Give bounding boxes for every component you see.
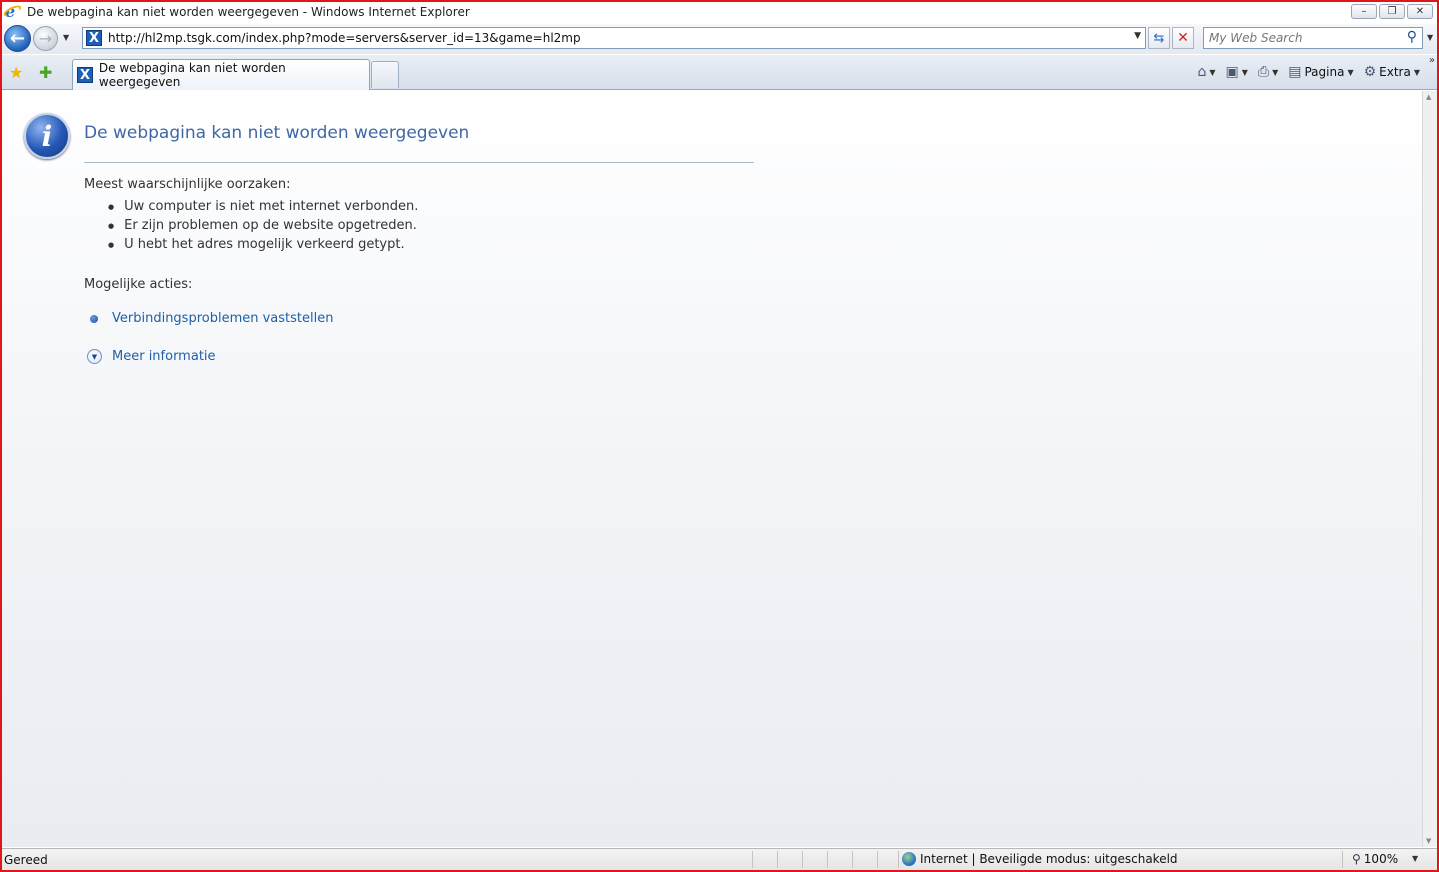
print-dropdown-icon[interactable]: ▼ — [1272, 68, 1278, 77]
page-dropdown-icon: ▼ — [1347, 67, 1354, 77]
list-item: Er zijn problemen op de website opgetred… — [108, 216, 418, 235]
diagnose-connection-label[interactable]: Verbindingsproblemen vaststellen — [112, 311, 333, 326]
stop-icon: ✕ — [1177, 30, 1189, 46]
back-arrow-icon: ← — [9, 28, 26, 49]
actions-label: Mogelijke acties: — [84, 277, 193, 292]
minimize-button[interactable]: – — [1351, 4, 1377, 19]
forward-arrow-icon: → — [38, 29, 53, 48]
search-placeholder: My Web Search — [1209, 31, 1303, 45]
chevron-more-icon[interactable]: » — [1429, 55, 1435, 66]
globe-icon — [902, 852, 916, 866]
search-input[interactable]: My Web Search ⚲ — [1203, 27, 1423, 49]
tab-row: ★ ✚ X De webpagina kan niet worden weerg… — [2, 55, 1437, 90]
status-separator — [877, 851, 878, 868]
new-tab-button[interactable] — [371, 61, 399, 88]
status-text: Gereed — [4, 853, 48, 867]
search-icon[interactable]: ⚲ — [1407, 29, 1417, 45]
scroll-up-icon[interactable]: ▲ — [1426, 93, 1431, 101]
address-row: ← → ▼ X http://hl2mp.tsgk.com/index.php?… — [2, 24, 1437, 54]
address-dropdown-icon[interactable]: ▼ — [1134, 31, 1141, 41]
zoom-control[interactable]: ⚲ 100% — [1352, 852, 1398, 866]
security-zone-label: Internet | Beveiligde modus: uitgeschake… — [920, 852, 1178, 866]
address-bar[interactable]: X http://hl2mp.tsgk.com/index.php?mode=s… — [82, 27, 1146, 49]
list-item: U hebt het adres mogelijk verkeerd getyp… — [108, 235, 418, 254]
tools-menu[interactable]: ⚙ Extra ▼ — [1361, 62, 1423, 82]
close-button[interactable]: ✕ — [1407, 4, 1433, 19]
refresh-button[interactable]: ⇆ — [1148, 27, 1170, 49]
forward-button[interactable]: → — [33, 26, 58, 51]
add-favorites-icon[interactable]: ✚ — [39, 63, 52, 82]
status-separator — [898, 851, 899, 868]
window-controls: – ❐ ✕ — [1351, 4, 1433, 19]
address-url[interactable]: http://hl2mp.tsgk.com/index.php?mode=ser… — [108, 31, 581, 45]
status-separator — [752, 851, 753, 868]
zoom-level: 100% — [1363, 852, 1399, 866]
home-icon: ⌂ — [1197, 64, 1207, 80]
search-options-dropdown[interactable]: ▼ — [1427, 33, 1433, 42]
tab-error-icon: X — [77, 67, 93, 83]
browser-window: e De webpagina kan niet worden weergegev… — [0, 0, 1439, 872]
bullet-icon — [87, 312, 101, 326]
gear-icon: ⚙ — [1363, 64, 1377, 80]
diagnose-connection-link[interactable]: Verbindingsproblemen vaststellen — [87, 311, 333, 326]
title-bar: e De webpagina kan niet worden weergegev… — [2, 2, 1437, 22]
favorites-star-icon[interactable]: ★ — [9, 63, 23, 82]
home-button[interactable]: ⌂ ▼ — [1194, 62, 1218, 82]
refresh-icon: ⇆ — [1153, 30, 1165, 46]
info-icon: i — [24, 113, 70, 159]
page-menu-label: Pagina — [1304, 65, 1345, 79]
ie-logo-icon: e — [2, 2, 23, 21]
page-error-icon: X — [86, 30, 102, 46]
page-menu[interactable]: ▤ Pagina ▼ — [1285, 62, 1356, 82]
list-item: Uw computer is niet met internet verbond… — [108, 197, 418, 216]
window-title: De webpagina kan niet worden weergegeven… — [27, 5, 470, 19]
zoom-dropdown-icon[interactable]: ▼ — [1412, 854, 1418, 863]
status-separator — [802, 851, 803, 868]
maximize-button[interactable]: ❐ — [1379, 4, 1405, 19]
tab-active[interactable]: X De webpagina kan niet worden weergegev… — [72, 59, 370, 90]
scroll-down-icon[interactable]: ▼ — [1426, 837, 1431, 845]
page-content: i De webpagina kan niet worden weergegev… — [2, 91, 1422, 847]
status-separator — [1342, 851, 1343, 868]
print-icon: ⎙ — [1257, 64, 1270, 80]
zoom-icon: ⚲ — [1352, 852, 1361, 866]
home-dropdown-icon[interactable]: ▼ — [1209, 68, 1215, 77]
security-zone[interactable]: Internet | Beveiligde modus: uitgeschake… — [902, 852, 1178, 866]
stop-button[interactable]: ✕ — [1172, 27, 1194, 49]
page-title: De webpagina kan niet worden weergegeven — [84, 123, 470, 143]
feeds-dropdown-icon[interactable]: ▼ — [1242, 68, 1248, 77]
more-info-label[interactable]: Meer informatie — [112, 349, 216, 364]
tab-title: De webpagina kan niet worden weergegeven — [98, 61, 286, 89]
recent-pages-dropdown[interactable]: ▼ — [63, 33, 69, 42]
causes-label: Meest waarschijnlijke oorzaken: — [84, 177, 291, 192]
command-bar: ⌂ ▼ ▣ ▼ ⎙ ▼ ▤ Pagina ▼ ⚙ Extra ▼ — [1194, 62, 1423, 82]
vertical-scrollbar[interactable]: ▲ ▼ — [1422, 91, 1437, 847]
causes-list: Uw computer is niet met internet verbond… — [108, 197, 418, 254]
more-info-link[interactable]: ▼ Meer informatie — [87, 349, 216, 364]
print-button[interactable]: ⎙ ▼ — [1255, 62, 1281, 82]
title-divider — [84, 162, 754, 163]
feeds-button[interactable]: ▣ ▼ — [1222, 62, 1250, 82]
status-separator — [777, 851, 778, 868]
tools-menu-label: Extra — [1379, 65, 1411, 79]
status-bar: Gereed Internet | Beveiligde modus: uitg… — [2, 848, 1437, 870]
status-separator — [827, 851, 828, 868]
feeds-icon: ▣ — [1225, 64, 1239, 80]
chevron-down-icon[interactable]: ▼ — [87, 349, 102, 364]
back-button[interactable]: ← — [4, 25, 31, 52]
tools-dropdown-icon: ▼ — [1413, 67, 1420, 77]
status-separator — [852, 851, 853, 868]
page-icon: ▤ — [1288, 64, 1302, 80]
